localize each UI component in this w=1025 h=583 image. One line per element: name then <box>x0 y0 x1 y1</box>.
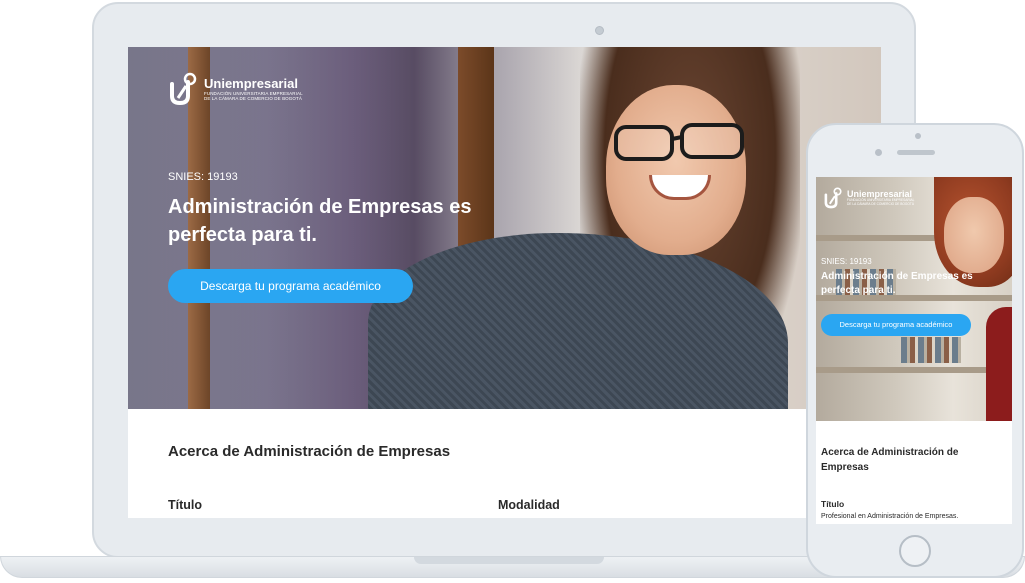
download-program-button[interactable]: Descarga tu programa académico <box>168 269 413 303</box>
uniempresarial-logo-icon <box>170 72 197 106</box>
about-section-title: Acerca de Administración de Empresas <box>168 443 451 460</box>
modalidad-label: Modalidad <box>498 498 560 512</box>
brand-logo[interactable]: Uniempresarial FUNDACIÓN UNIVERSITARIA E… <box>166 71 303 107</box>
mobile-snies-code: SNIES: 19193 <box>821 257 872 266</box>
mobile-titulo-label: Título <box>821 499 845 509</box>
hero-photo-glasses <box>614 123 744 161</box>
mobile-hero-photo-face <box>944 197 1004 273</box>
phone-home-button[interactable] <box>899 535 931 567</box>
mobile-hero-photo-books <box>901 337 961 363</box>
laptop-notch <box>414 557 604 564</box>
mobile-brand-logo[interactable]: Uniempresarial FUNDACIÓN UNIVERSITARIA E… <box>822 187 914 209</box>
phone-screen: Uniempresarial FUNDACIÓN UNIVERSITARIA E… <box>816 177 1012 524</box>
hero-photo-face <box>606 85 746 255</box>
phone-speaker <box>897 150 935 155</box>
mobile-hero-title: Administración de Empresas es perfecta p… <box>821 271 973 296</box>
mobile-brand-logo-text: Uniempresarial FUNDACIÓN UNIVERSITARIA E… <box>844 189 914 206</box>
mobile-about-section-title: Acerca de Administración de Empresas <box>821 447 959 473</box>
mobile-titulo-value: Profesional en Administración de Empresa… <box>821 513 959 520</box>
laptop-camera <box>595 26 604 35</box>
mobile-hero-photo-shelf <box>816 367 1012 373</box>
mobile-hero-photo-body <box>986 307 1012 421</box>
titulo-label: Título <box>168 498 203 512</box>
brand-name: Uniempresarial <box>204 76 298 91</box>
mobile-hero-banner: Uniempresarial FUNDACIÓN UNIVERSITARIA E… <box>816 177 1012 421</box>
phone-camera <box>915 133 921 139</box>
hero-title: Administración de Empresas es perfecta p… <box>168 196 472 246</box>
brand-logo-text: Uniempresarial FUNDACIÓN UNIVERSITARIA E… <box>204 76 303 102</box>
phone-sensor <box>875 149 882 156</box>
uniempresarial-logo-icon <box>824 187 842 209</box>
mobile-brand-subtitle-line2: DE LA CÁMARA DE COMERCIO DE BOGOTÁ <box>847 202 914 206</box>
snies-code: SNIES: 19193 <box>168 171 238 183</box>
hero-banner: Uniempresarial FUNDACIÓN UNIVERSITARIA E… <box>128 47 881 409</box>
mobile-download-program-button[interactable]: Descarga tu programa académico <box>821 314 971 336</box>
laptop-screen: Uniempresarial FUNDACIÓN UNIVERSITARIA E… <box>128 47 881 518</box>
brand-subtitle-line2: DE LA CÁMARA DE COMERCIO DE BOGOTÁ <box>204 96 302 101</box>
